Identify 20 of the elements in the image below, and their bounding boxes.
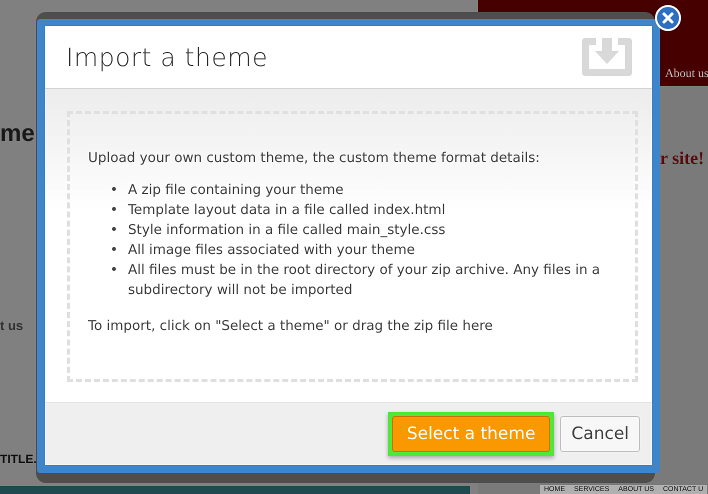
requirement-item: Style information in a file called main_style.css [128,221,446,240]
requirement-item: All files must be in the root directory of your zip archive. Any files in a subdirectory will not be imported [128,261,602,300]
requirement-item: All image files associated with your theme [128,241,415,260]
dialog-title: Import a theme [66,42,268,72]
bullet: • [110,241,118,260]
drop-zone[interactable] [67,111,638,382]
bullet: • [110,181,118,200]
bullet: • [110,261,118,280]
section-heading: t us [0,318,24,333]
page-title: TITLE. [0,452,37,466]
intro-text: Upload your own custom theme, the custom theme format details: [88,150,541,166]
instruction-text: To import, click on "Select a theme" or drag the zip file here [88,318,494,334]
bullet: • [110,201,118,220]
cancel-button[interactable]: Cancel [560,416,640,452]
bullet: • [110,221,118,240]
page-heading: me [0,120,35,148]
download-icon [582,38,632,76]
requirement-item: A zip file containing your theme [128,181,344,200]
requirement-item: Template layout data in a file called index.html [128,201,446,220]
page-tagline: r site! [660,148,704,169]
